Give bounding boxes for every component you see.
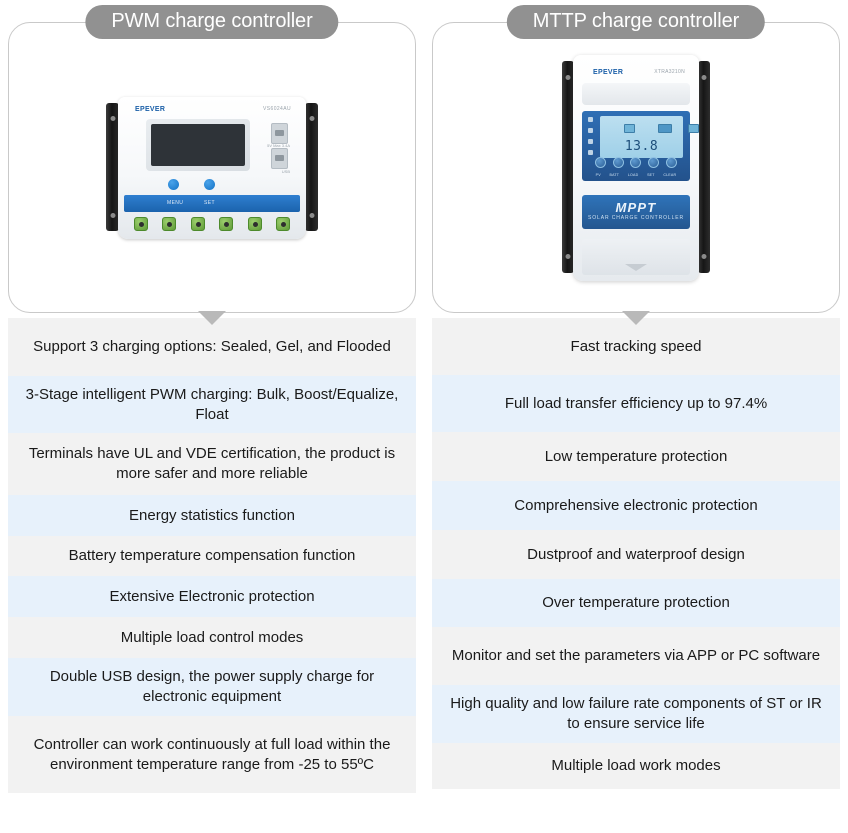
pwm-model-label: VS6024AU (263, 105, 291, 112)
column-mttp: EPEVER XTRA3210N 13.8 PV BATT LOAD SET C… (424, 0, 848, 833)
status-led-strip-icon (588, 116, 596, 161)
mttp-product-image: EPEVER XTRA3210N 13.8 PV BATT LOAD SET C… (433, 23, 839, 312)
list-item: Multiple load work modes (432, 743, 840, 789)
list-item: 3-Stage intelligent PWM charging: Bulk, … (8, 376, 416, 433)
mttp-pointer-arrow-icon (622, 311, 650, 325)
mppt-key-button (648, 156, 660, 168)
battery-icon (658, 123, 672, 133)
list-item: Terminals have UL and VDE certification,… (8, 433, 416, 495)
pwm-blue-band: MENU SET (124, 194, 300, 212)
list-item: Double USB design, the power supply char… (8, 658, 416, 716)
list-item: Comprehensive electronic protection (432, 481, 840, 530)
key-label: LOAD (627, 172, 639, 177)
list-item: Over temperature protection (432, 579, 840, 627)
mppt-key-button (666, 156, 678, 168)
pwm-feature-list: Support 3 charging options: Sealed, Gel,… (0, 318, 424, 793)
mppt-top-ridge (582, 82, 690, 105)
list-item: Multiple load control modes (8, 617, 416, 658)
key-label: CLEAR (663, 172, 677, 177)
list-item: Dustproof and waterproof design (432, 530, 840, 579)
mppt-lcd-screen: 13.8 (600, 115, 699, 158)
load-lamp-icon (688, 123, 699, 133)
mppt-logo-text: MPPT (615, 199, 657, 215)
list-item: Support 3 charging options: Sealed, Gel,… (8, 318, 416, 376)
pwm-menu-button (168, 178, 179, 190)
solar-panel-icon (624, 123, 635, 133)
terminal-icon (275, 216, 290, 231)
pwm-display-bezel (146, 118, 250, 171)
mppt-controller-illustration: EPEVER XTRA3210N 13.8 PV BATT LOAD SET C… (562, 54, 710, 281)
key-label: PV (595, 172, 601, 177)
mppt-voltage-reading: 13.8 (624, 138, 659, 154)
pwm-product-card: EPEVER VS6024AU 5V Max 3.4A USB MENU SET (8, 22, 416, 325)
list-item: Full load transfer efficiency up to 97.4… (432, 375, 840, 432)
mttp-card-zone: EPEVER XTRA3210N 13.8 PV BATT LOAD SET C… (424, 0, 848, 325)
list-item: Controller can work continuously at full… (8, 716, 416, 793)
list-item: Fast tracking speed (432, 318, 840, 375)
mounting-bracket-right-icon (698, 60, 710, 273)
pwm-title-badge: PWM charge controller (85, 5, 339, 39)
comparison-layout: EPEVER VS6024AU 5V Max 3.4A USB MENU SET… (0, 0, 848, 833)
usb-port-1-icon (271, 122, 288, 144)
pwm-housing: EPEVER VS6024AU 5V Max 3.4A USB MENU SET (118, 96, 306, 239)
key-label: SET (647, 172, 655, 177)
mttp-title-badge: MTTP charge controller (506, 5, 766, 39)
pwm-menu-label: MENU (167, 199, 184, 206)
vent-triangle-icon (625, 263, 647, 271)
pwm-pointer-arrow-icon (198, 311, 226, 325)
usb-rating-label: 5V Max 3.4A (267, 142, 290, 148)
mppt-key-button (612, 156, 624, 168)
pwm-terminal-row (134, 216, 290, 231)
terminal-icon (219, 216, 234, 231)
mppt-housing: EPEVER XTRA3210N 13.8 PV BATT LOAD SET C… (573, 54, 699, 281)
mppt-logo-subtext: SOLAR CHARGE CONTROLLER (588, 214, 684, 221)
pwm-card-zone: EPEVER VS6024AU 5V Max 3.4A USB MENU SET… (0, 0, 424, 325)
pwm-controller-illustration: EPEVER VS6024AU 5V Max 3.4A USB MENU SET (106, 96, 318, 239)
list-item: Low temperature protection (432, 432, 840, 481)
mounting-bracket-right-icon (305, 102, 318, 231)
terminal-icon (162, 216, 177, 231)
column-pwm: EPEVER VS6024AU 5V Max 3.4A USB MENU SET… (0, 0, 424, 833)
mppt-key-button (594, 156, 606, 168)
list-item: High quality and low failure rate compon… (432, 685, 840, 743)
list-item: Monitor and set the parameters via APP o… (432, 627, 840, 685)
usb-port-2-icon (271, 147, 288, 169)
mttp-feature-list: Fast tracking speed Full load transfer e… (424, 318, 848, 789)
list-item: Energy statistics function (8, 495, 416, 536)
list-item: Extensive Electronic protection (8, 576, 416, 617)
pwm-set-button (204, 178, 215, 190)
mppt-keypad (582, 156, 690, 168)
terminal-icon (134, 216, 148, 231)
mppt-display-panel: 13.8 PV BATT LOAD SET CLEAR (582, 110, 699, 181)
terminal-icon (247, 216, 262, 231)
mppt-key-button (630, 156, 642, 168)
usb-label: USB (281, 168, 290, 174)
epever-logo: EPEVER (593, 68, 624, 76)
mppt-key-labels: PV BATT LOAD SET CLEAR (587, 173, 685, 177)
mppt-logo-band: MPPT SOLAR CHARGE CONTROLLER (582, 194, 690, 229)
terminal-icon (190, 216, 205, 231)
pwm-lcd-screen (151, 123, 245, 166)
pwm-product-image: EPEVER VS6024AU 5V Max 3.4A USB MENU SET (9, 23, 415, 312)
mppt-model-label: XTRA3210N (654, 68, 685, 75)
key-label: BATT (609, 172, 620, 177)
mttp-product-card: EPEVER XTRA3210N 13.8 PV BATT LOAD SET C… (432, 22, 840, 325)
pwm-set-label: SET (204, 199, 215, 206)
list-item: Battery temperature compensation functio… (8, 536, 416, 576)
epever-logo: EPEVER (135, 105, 166, 113)
